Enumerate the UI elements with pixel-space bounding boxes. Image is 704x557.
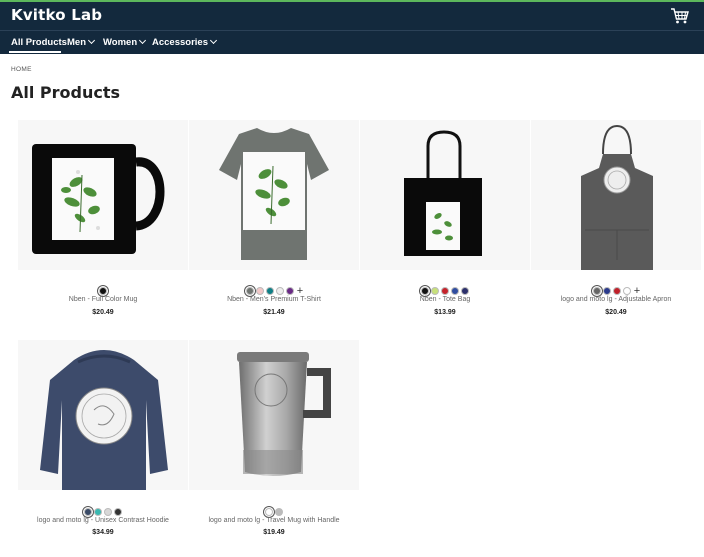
product-name[interactable]: logo and moto lg - Unisex Contrast Hoodi… xyxy=(18,517,188,524)
more-colors-icon[interactable]: + xyxy=(297,285,303,296)
color-swatch[interactable] xyxy=(441,286,449,295)
product-image-mug[interactable] xyxy=(18,120,188,270)
more-colors-icon[interactable]: + xyxy=(634,285,640,296)
product-price: $19.49 xyxy=(263,529,285,536)
cart-icon[interactable] xyxy=(670,7,690,25)
product-price: $20.49 xyxy=(605,309,627,316)
product-image-apron[interactable] xyxy=(531,120,701,272)
color-swatches xyxy=(360,282,530,295)
product-image-travel-mug[interactable] xyxy=(189,340,359,490)
product-price: $21.49 xyxy=(263,309,285,316)
product-price: $13.99 xyxy=(434,309,456,316)
product-price: $34.99 xyxy=(92,529,114,536)
color-swatches xyxy=(189,503,359,516)
color-swatch[interactable] xyxy=(592,286,601,295)
product-name[interactable]: Nben - Men's Premium T-Shirt xyxy=(189,296,359,303)
color-swatch[interactable] xyxy=(275,507,283,516)
chevron-down-icon xyxy=(87,36,96,45)
nav-accessories[interactable]: Accessories xyxy=(152,36,218,48)
product-name[interactable]: logo and moto lg - Travel Mug with Handl… xyxy=(189,517,359,524)
color-swatch[interactable] xyxy=(84,507,92,516)
color-swatch[interactable] xyxy=(275,286,284,295)
color-swatch[interactable] xyxy=(451,286,459,295)
nav-label: Women xyxy=(103,37,138,48)
color-swatch[interactable] xyxy=(114,507,122,516)
product-card[interactable]: Nben - Full Color Mug $20.49 xyxy=(18,120,188,325)
nav-label: Accessories xyxy=(152,37,208,48)
main-nav: All Products Men Women Accessories xyxy=(0,31,704,54)
nav-men[interactable]: Men xyxy=(67,36,96,48)
color-swatch[interactable] xyxy=(602,286,611,295)
breadcrumb[interactable]: HOME xyxy=(11,66,32,73)
color-swatch[interactable] xyxy=(94,507,102,516)
product-image-tote[interactable] xyxy=(360,120,530,270)
brand-logo-text[interactable]: Kvitko Lab xyxy=(11,6,102,24)
top-header: Kvitko Lab xyxy=(0,0,704,31)
color-swatch[interactable] xyxy=(622,286,631,295)
color-swatch[interactable] xyxy=(265,507,273,516)
color-swatches xyxy=(18,503,188,516)
nav-all-products[interactable]: All Products xyxy=(11,37,67,48)
product-image-hoodie[interactable] xyxy=(18,340,188,490)
color-swatch[interactable] xyxy=(99,286,107,295)
product-name[interactable]: Nben - Full Color Mug xyxy=(18,296,188,303)
page-title: All Products xyxy=(11,83,121,102)
color-swatches: + xyxy=(531,282,701,296)
color-swatch[interactable] xyxy=(285,286,294,295)
product-card[interactable]: + logo and moto lg - Adjustable Apron $20.… xyxy=(531,120,701,325)
product-card[interactable]: + Nben - Men's Premium T-Shirt $21.49 xyxy=(189,120,359,325)
color-swatch[interactable] xyxy=(461,286,469,295)
color-swatch[interactable] xyxy=(421,286,429,295)
nav-label: Men xyxy=(67,37,86,48)
product-card[interactable]: logo and moto lg - Travel Mug with Handl… xyxy=(189,340,359,545)
color-swatch[interactable] xyxy=(612,286,621,295)
product-price: $20.49 xyxy=(92,309,114,316)
product-name[interactable]: Nben - Tote Bag xyxy=(360,296,530,303)
nav-active-indicator xyxy=(9,51,61,53)
color-swatch[interactable] xyxy=(245,286,254,295)
color-swatch[interactable] xyxy=(255,286,264,295)
product-card[interactable]: logo and moto lg - Unisex Contrast Hoodi… xyxy=(18,340,188,545)
product-card[interactable]: Nben - Tote Bag $13.99 xyxy=(360,120,530,325)
chevron-down-icon xyxy=(209,36,218,45)
chevron-down-icon xyxy=(139,36,147,45)
product-image-tshirt[interactable] xyxy=(189,120,359,270)
nav-women[interactable]: Women xyxy=(103,36,147,48)
color-swatch[interactable] xyxy=(265,286,274,295)
color-swatch[interactable] xyxy=(104,507,112,516)
color-swatch[interactable] xyxy=(431,286,439,295)
nav-label: All Products xyxy=(11,37,67,48)
color-swatches xyxy=(18,282,188,295)
product-name[interactable]: logo and moto lg - Adjustable Apron xyxy=(531,296,701,303)
color-swatches: + xyxy=(189,282,359,296)
